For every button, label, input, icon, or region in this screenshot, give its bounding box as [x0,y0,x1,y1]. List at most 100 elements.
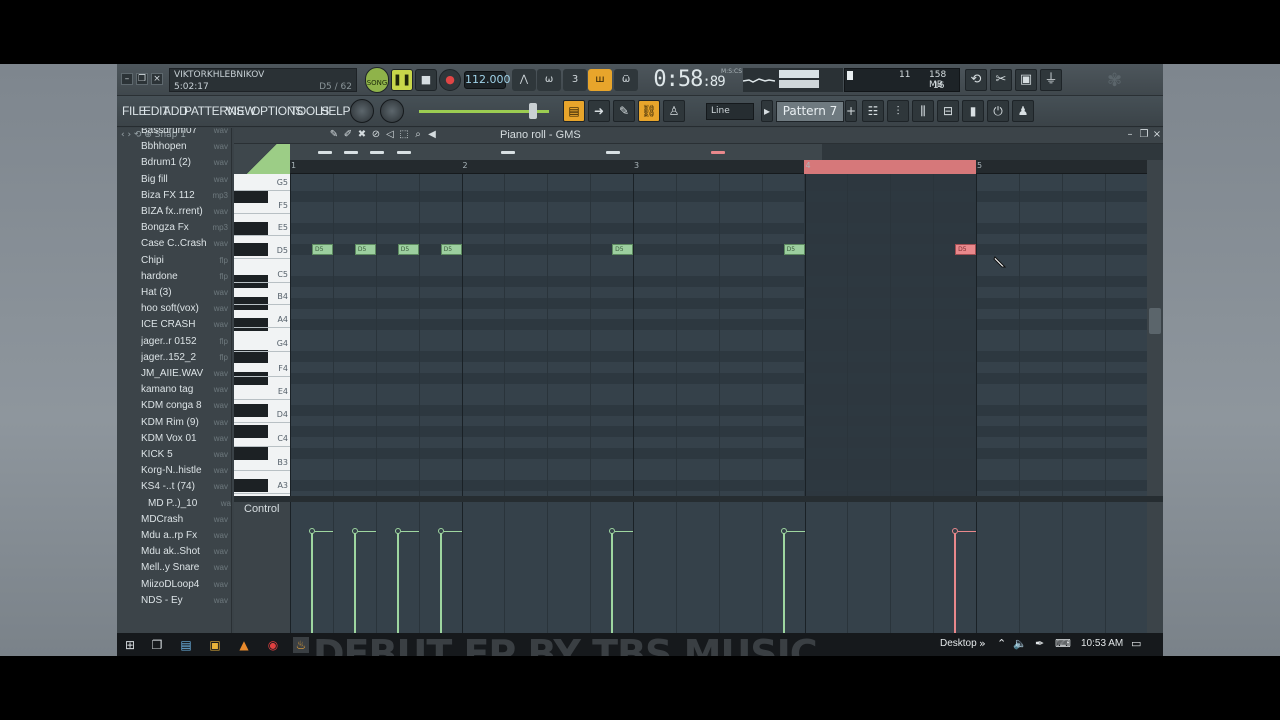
plug-icon[interactable]: ⏻ [987,100,1009,122]
stamp-icon[interactable]: ♙ [663,100,685,122]
black-key[interactable] [234,221,268,235]
pr-close-icon[interactable]: × [1151,129,1163,141]
snap-corner[interactable] [234,144,290,174]
plugin-icon[interactable]: ⏚ [1040,69,1062,91]
snap-mode-select[interactable]: Line [706,103,754,120]
volume-icon[interactable]: 🔈 [1013,637,1027,650]
velocity-bar[interactable] [782,531,785,633]
explorer-icon[interactable]: ▤ [178,637,194,653]
browser-item[interactable]: ICE CRASH wav [141,317,231,333]
browser-item[interactable]: Chipi flp [141,253,231,269]
delete-tool-icon[interactable]: ✖ [356,129,368,141]
channel-rack-icon[interactable]: ⫶ [887,100,909,122]
velocity-bar[interactable] [611,531,614,633]
pencil-tool-icon[interactable]: ✎ [328,129,340,141]
step-edit-icon[interactable]: ш [588,69,612,91]
pattern-selector[interactable]: Pattern 7 [776,101,844,122]
browser-item[interactable]: Mell..y Snare wav [141,560,231,576]
vertical-scroll-thumb[interactable] [1149,308,1161,334]
recorder-icon[interactable]: ◉ [265,637,281,653]
note[interactable]: D5 [312,244,333,255]
browser-item[interactable]: KICK 5 wav [141,447,231,463]
paint-tool-icon[interactable]: ✐ [342,129,354,141]
desktop-toolbar-label[interactable]: Desktop [940,638,977,649]
cut-icon[interactable]: ✂ [990,69,1012,91]
notification-icon[interactable]: ▭ [1131,637,1141,650]
browser-item[interactable]: MiizoDLoop4 wav [141,577,231,593]
save-icon[interactable]: ▣ [1015,69,1037,91]
vertical-scrollbar[interactable] [1147,160,1163,496]
black-key[interactable] [234,189,268,203]
browser-item[interactable]: Bongza Fx mp3 [141,220,231,236]
browser-item[interactable]: Mdu a..rp Fx wav [141,528,231,544]
mixer-icon[interactable]: ⫼ [912,100,934,122]
loop-record-icon[interactable]: ѿ [614,69,638,91]
black-key[interactable] [234,403,268,417]
note[interactable]: D5 [354,244,376,255]
tray-chevron-icon[interactable]: ⌃ [997,637,1006,650]
playlist-icon[interactable]: ☷ [862,100,884,122]
app-folder-icon[interactable]: ▣ [207,637,223,653]
master-pitch-knob[interactable] [380,99,404,123]
black-key[interactable] [234,243,268,257]
black-key[interactable] [234,446,268,460]
browser-item[interactable]: Korg-N..histle wav [141,463,231,479]
browser-item[interactable]: jager..152_2 flp [141,350,231,366]
piano-keyboard[interactable]: G5 F5 E5 D5 C5 B4 A4 G4 F4 E4 D4 C4 B3 A3 [234,174,290,496]
zoom-tool-icon[interactable]: ⌕ [412,129,424,141]
browser-item[interactable]: Biza FX 112 mp3 [141,188,231,204]
control-scrollbar[interactable] [1147,502,1163,633]
note[interactable]: D5 [397,244,419,255]
browser-item[interactable]: JM_AIIE.WAV wav [141,366,231,382]
pr-minimize-icon[interactable]: – [1124,129,1136,141]
browser-item[interactable]: MDCrash wav [141,512,231,528]
velocity-bar[interactable] [353,531,356,633]
black-key[interactable] [234,371,268,385]
menu-help[interactable]: HELP [320,104,350,118]
browser-item[interactable]: KS4 -..t (74) wav [141,479,231,495]
pattern-add-icon[interactable]: + [845,100,857,122]
black-key[interactable] [234,318,268,332]
browser-item[interactable]: Case C..Crash wav [141,236,231,252]
close-icon[interactable]: × [151,73,163,85]
note[interactable]: D5 [783,244,805,255]
black-key[interactable] [234,425,268,439]
browser-item[interactable]: Bdrum1 (2) wav [141,155,231,171]
time-ruler[interactable]: 1 2 3 4 5 [290,160,1147,174]
pr-restore-icon[interactable]: ❐ [1138,129,1150,141]
record-button[interactable]: ● [439,69,461,91]
file-icon[interactable]: ▮ [962,100,984,122]
pause-button[interactable]: ❚❚ [391,69,413,91]
black-key[interactable] [234,350,268,364]
toolbar-expand-icon[interactable]: » [979,637,986,650]
slice-tool-icon[interactable]: ◁ [384,129,396,141]
mute-tool-icon[interactable]: ⊘ [370,129,382,141]
clock-time[interactable]: 10:53 AM [1081,638,1123,649]
pen-icon[interactable]: ✒ [1035,637,1044,650]
note[interactable]: D5 [440,244,462,255]
browser-item[interactable]: Mdu ak..Shot wav [141,544,231,560]
velocity-bar[interactable] [396,531,399,633]
browser-item[interactable]: KDM conga 8 wav [141,398,231,414]
master-volume-knob[interactable] [350,99,374,123]
stop-button[interactable]: ■ [415,69,437,91]
piano-icon[interactable]: ▤ [563,100,585,122]
browser-item[interactable]: Big fill wav [141,172,231,188]
browser-item[interactable]: hoo soft(vox) wav [141,301,231,317]
browser-item[interactable]: jager..r 0152 flp [141,334,231,350]
browser-item[interactable]: Hat (3) wav [141,285,231,301]
arrow-right-icon[interactable]: ➜ [588,100,610,122]
link-icon[interactable]: ⛓ [638,100,660,122]
pattern-prev-icon[interactable]: ▸ [761,100,773,122]
browser-icon[interactable]: ⊟ [937,100,959,122]
metronome-icon[interactable]: ⋀ [512,69,536,91]
control-label[interactable]: Control [244,503,279,515]
velocity-bar[interactable] [954,531,957,633]
velocity-lane[interactable] [290,502,1147,633]
velocity-bar[interactable] [311,531,313,633]
pencil-icon[interactable]: ✎ [613,100,635,122]
tempo-display[interactable]: 112.000 [464,71,511,89]
vlc-icon[interactable]: ▲ [236,637,252,653]
note[interactable]: D5 [612,244,634,255]
loop-region[interactable] [804,160,976,174]
